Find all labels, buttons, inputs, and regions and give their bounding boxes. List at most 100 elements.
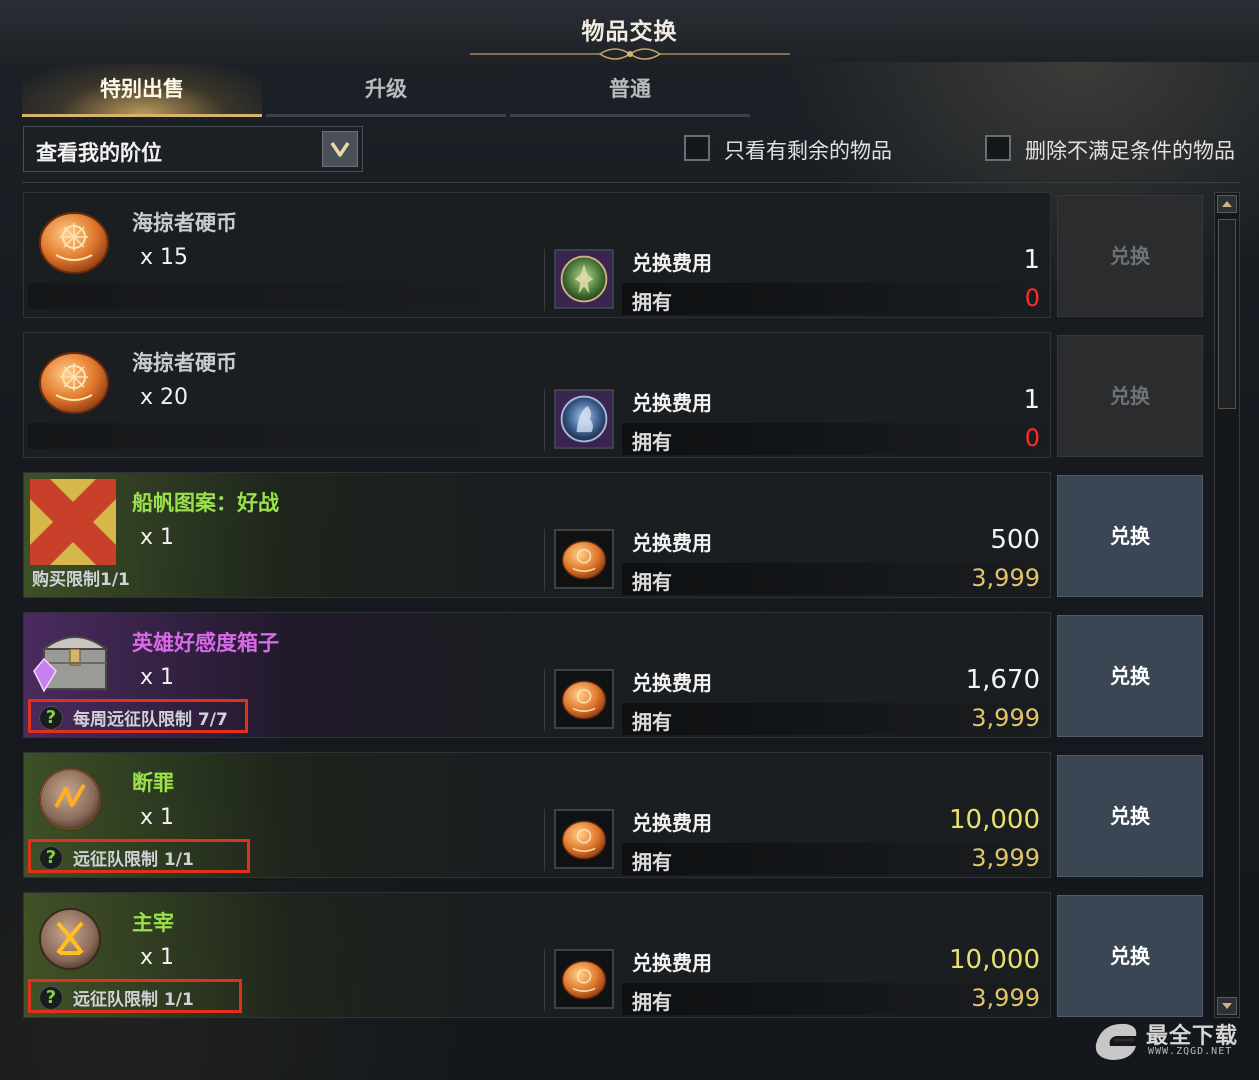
item-quantity: x 1 xyxy=(140,805,175,830)
owned-label: 拥有 xyxy=(632,990,672,1014)
filter-remaining-only[interactable]: 只看有剩余的物品 xyxy=(684,134,914,164)
divider xyxy=(544,249,545,311)
item-panel: 主宰 x 1 ? 远征队限制 1/1 兑换费用 拥有 10,000 3,999 xyxy=(23,892,1051,1018)
tab-upgrade[interactable]: 升级 xyxy=(266,64,506,117)
owned-band xyxy=(622,423,1048,455)
limit-highlight-box: ? 远征队限制 1/1 xyxy=(28,839,250,873)
chest-icon xyxy=(33,636,109,693)
item-name: 断罪 xyxy=(132,771,174,795)
watermark-logo-icon xyxy=(1095,1023,1137,1060)
owned-value: 3,999 xyxy=(971,844,1040,872)
cost-value: 500 xyxy=(990,525,1040,555)
cost-value: 1,670 xyxy=(965,665,1040,695)
cost-label: 兑换费用 xyxy=(632,531,712,555)
hide-unmet-label: 删除不满足条件的物品 xyxy=(1025,139,1235,163)
watermark-url: WWW.ZQGD.NET xyxy=(1148,1046,1233,1057)
exchange-button[interactable]: 兑换 xyxy=(1057,615,1203,737)
dropdown-toggle-button[interactable] xyxy=(322,131,358,167)
divider xyxy=(544,949,545,1011)
cost-label: 兑换费用 xyxy=(632,251,712,275)
item-quantity: x 1 xyxy=(140,525,175,550)
remaining-only-checkbox[interactable] xyxy=(684,135,710,161)
title-ornament-icon xyxy=(470,48,790,60)
item-name: 海掠者硬币 xyxy=(132,351,237,375)
list-item: 断罪 x 1 ? 远征队限制 1/1 兑换费用 拥有 10,000 3,999 … xyxy=(23,752,1207,880)
divider xyxy=(544,669,545,731)
owned-value: 0 xyxy=(1024,424,1040,452)
limit-band xyxy=(28,283,528,309)
item-panel: 海掠者硬币 x 15 兑换费用 拥有 1 0 xyxy=(23,192,1051,318)
list-item: 主宰 x 1 ? 远征队限制 1/1 兑换费用 拥有 10,000 3,999 … xyxy=(23,892,1207,1020)
list-item: 海掠者硬币 x 15 兑换费用 拥有 1 0 兑换 xyxy=(23,192,1207,320)
hide-unmet-checkbox[interactable] xyxy=(985,135,1011,161)
limit-band xyxy=(28,423,528,449)
rune-judgment-icon xyxy=(39,768,101,830)
owned-value: 0 xyxy=(1024,284,1040,312)
scroll-thumb[interactable] xyxy=(1218,219,1236,409)
owned-label: 拥有 xyxy=(632,570,672,594)
cost-label: 兑换费用 xyxy=(632,671,712,695)
item-name: 主宰 xyxy=(132,911,174,935)
rank-filter-dropdown[interactable]: 查看我的阶位 xyxy=(23,126,363,172)
sail-pattern-icon xyxy=(30,479,116,565)
item-quantity: x 1 xyxy=(140,665,175,690)
blue-emblem-icon xyxy=(554,389,614,449)
pirate-coin-icon xyxy=(554,669,614,729)
pirate-coin-icon xyxy=(39,352,109,414)
owned-band xyxy=(622,283,1048,315)
exchange-button[interactable]: 兑换 xyxy=(1057,895,1203,1017)
tab-normal[interactable]: 普通 xyxy=(510,64,750,117)
arrow-up-icon xyxy=(1222,201,1232,207)
arrow-down-icon xyxy=(1222,1003,1232,1009)
filter-hide-unmet[interactable]: 删除不满足条件的物品 xyxy=(985,134,1250,164)
item-panel: 断罪 x 1 ? 远征队限制 1/1 兑换费用 拥有 10,000 3,999 xyxy=(23,752,1051,878)
question-mark-icon[interactable]: ? xyxy=(39,706,63,730)
scroll-down-button[interactable] xyxy=(1217,997,1237,1015)
list-item: 英雄好感度箱子 x 1 ? 每周远征队限制 7/7 兑换费用 拥有 1,670 … xyxy=(23,612,1207,740)
tab-special-sale[interactable]: 特别出售 xyxy=(22,64,262,117)
exchange-button[interactable]: 兑换 xyxy=(1057,195,1203,317)
item-name: 船帆图案：好战 xyxy=(132,491,279,515)
title-bar: 物品交换 xyxy=(0,0,1259,62)
exchange-button[interactable]: 兑换 xyxy=(1057,755,1203,877)
item-panel: 船帆图案：好战 x 1 购买限制1/1 兑换费用 拥有 500 3,999 xyxy=(23,472,1051,598)
scroll-up-button[interactable] xyxy=(1217,195,1237,213)
list-item: 船帆图案：好战 x 1 购买限制1/1 兑换费用 拥有 500 3,999 兑换 xyxy=(23,472,1207,600)
chevron-down-icon xyxy=(330,142,350,157)
cost-label: 兑换费用 xyxy=(632,951,712,975)
list-item: 海掠者硬币 x 20 兑换费用 拥有 1 0 兑换 xyxy=(23,332,1207,460)
limit-highlight-box: ? 每周远征队限制 7/7 xyxy=(28,699,248,733)
window-title: 物品交换 xyxy=(581,19,678,45)
item-panel: 英雄好感度箱子 x 1 ? 每周远征队限制 7/7 兑换费用 拥有 1,670 … xyxy=(23,612,1051,738)
pirate-coin-icon xyxy=(39,212,109,274)
item-quantity: x 1 xyxy=(140,945,175,970)
remaining-only-label: 只看有剩余的物品 xyxy=(724,139,892,163)
owned-label: 拥有 xyxy=(632,430,672,454)
dropdown-selected-value: 查看我的阶位 xyxy=(36,141,162,165)
item-name: 英雄好感度箱子 xyxy=(132,631,279,655)
cost-label: 兑换费用 xyxy=(632,811,712,835)
item-name: 海掠者硬币 xyxy=(132,211,237,235)
pirate-coin-icon xyxy=(554,529,614,589)
green-emblem-icon xyxy=(554,249,614,309)
question-mark-icon[interactable]: ? xyxy=(39,846,63,870)
purchase-limit-text: 购买限制1/1 xyxy=(32,570,130,590)
expedition-limit-text: 远征队限制 1/1 xyxy=(73,850,194,870)
expedition-limit-text: 远征队限制 1/1 xyxy=(73,990,194,1010)
item-quantity: x 15 xyxy=(140,245,189,270)
divider xyxy=(22,182,1240,183)
owned-value: 3,999 xyxy=(971,704,1040,732)
divider xyxy=(544,389,545,451)
owned-label: 拥有 xyxy=(632,290,672,314)
pirate-coin-icon xyxy=(554,809,614,869)
question-mark-icon[interactable]: ? xyxy=(39,986,63,1010)
scrollbar[interactable] xyxy=(1214,192,1240,1018)
exchange-button[interactable]: 兑换 xyxy=(1057,475,1203,597)
rune-dominion-icon xyxy=(39,908,101,970)
cost-value: 10,000 xyxy=(949,945,1040,975)
exchange-button[interactable]: 兑换 xyxy=(1057,335,1203,457)
divider xyxy=(544,529,545,591)
owned-label: 拥有 xyxy=(632,850,672,874)
cost-label: 兑换费用 xyxy=(632,391,712,415)
watermark: 最全下载 WWW.ZQGD.NET xyxy=(1090,1014,1250,1070)
